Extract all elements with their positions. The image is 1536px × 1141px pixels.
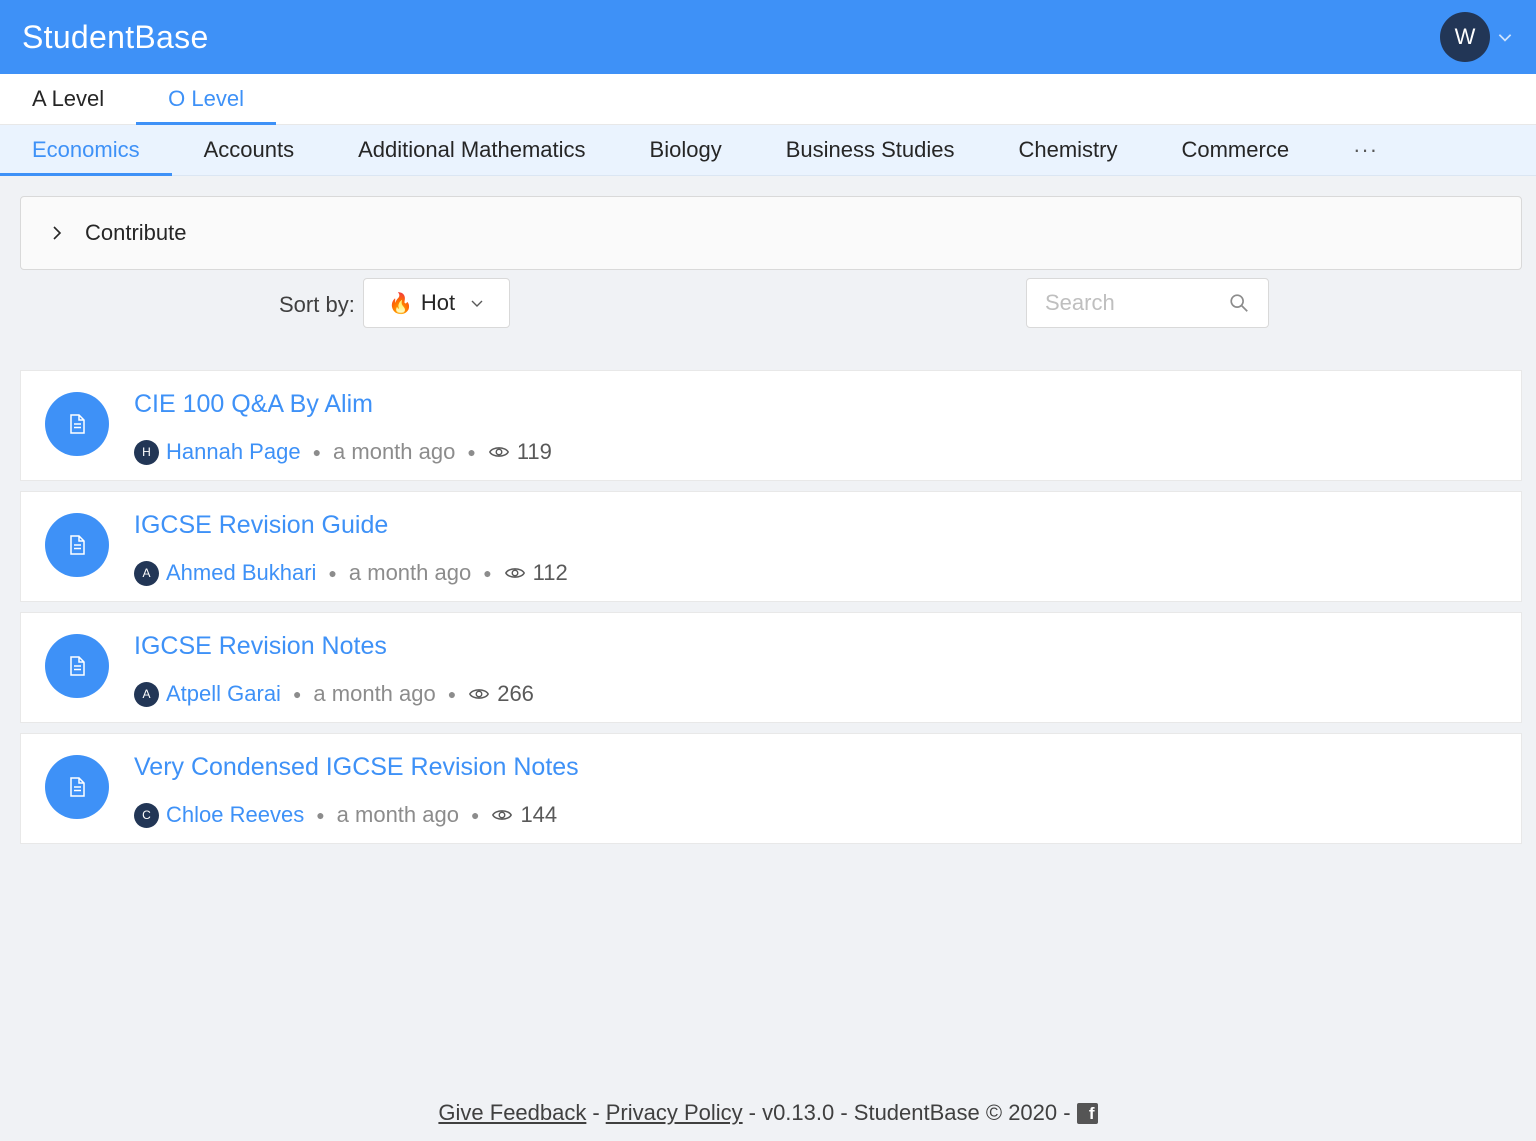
contribute-panel[interactable]: Contribute xyxy=(20,196,1522,270)
page-footer: Give Feedback - Privacy Policy - v0.13.0… xyxy=(0,1100,1536,1126)
list-item: Very Condensed IGCSE Revision Notes C Ch… xyxy=(20,733,1522,844)
separator-dot: ● xyxy=(312,444,322,460)
separator-dot: ● xyxy=(316,807,325,823)
document-icon xyxy=(45,755,109,819)
document-icon xyxy=(45,513,109,577)
tab-chemistry[interactable]: Chemistry xyxy=(986,125,1149,175)
tab-economics[interactable]: Economics xyxy=(0,125,172,176)
sort-value: Hot xyxy=(420,290,456,315)
post-time: a month ago xyxy=(336,802,459,827)
post-time: a month ago xyxy=(333,439,456,464)
post-title-link[interactable]: IGCSE Revision Guide xyxy=(134,511,388,540)
post-time: a month ago xyxy=(348,560,472,585)
tab-accounts[interactable]: Accounts xyxy=(172,125,327,175)
post-meta: A Ahmed Bukhari ● a month ago ● 112 xyxy=(134,560,568,586)
facebook-icon[interactable]: f xyxy=(1076,1102,1098,1124)
author-link[interactable]: Hannah Page xyxy=(166,439,301,465)
give-feedback-link[interactable]: Give Feedback xyxy=(438,1100,586,1126)
document-icon xyxy=(45,392,109,456)
avatar: A xyxy=(134,560,159,586)
tab-additional-mathematics[interactable]: Additional Mathematics xyxy=(326,125,617,175)
tab-business-studies[interactable]: Business Studies xyxy=(754,125,987,175)
privacy-policy-link[interactable]: Privacy Policy xyxy=(606,1100,743,1126)
subject-tabs: Economics Accounts Additional Mathematic… xyxy=(0,125,1536,176)
view-count: 144 xyxy=(520,802,558,827)
post-meta: H Hannah Page ● a month ago ● 119 xyxy=(134,439,552,465)
brand-logo[interactable]: StudentBase xyxy=(22,19,209,56)
eye-icon xyxy=(469,689,490,699)
contribute-label: Contribute xyxy=(85,220,187,245)
post-meta: C Chloe Reeves ● a month ago ● 144 xyxy=(134,802,557,828)
post-title-link[interactable]: Very Condensed IGCSE Revision Notes xyxy=(134,753,579,782)
search-input[interactable] xyxy=(1045,290,1225,316)
footer-version-text: - v0.13.0 - StudentBase © 2020 - xyxy=(748,1100,1071,1125)
chevron-right-icon xyxy=(53,226,62,240)
separator-dot: ● xyxy=(467,444,476,460)
sort-select[interactable]: 🔥 Hot xyxy=(363,278,510,328)
tab-a-level[interactable]: A Level xyxy=(0,74,136,124)
post-time: a month ago xyxy=(313,681,436,706)
avatar: H xyxy=(134,439,159,465)
author-link[interactable]: Atpell Garai xyxy=(166,681,281,707)
list-item: IGCSE Revision Notes A Atpell Garai ● a … xyxy=(20,612,1522,723)
separator-dot: ● xyxy=(292,686,302,702)
eye-icon xyxy=(492,810,513,820)
post-title-link[interactable]: CIE 100 Q&A By Alim xyxy=(134,390,373,419)
eye-icon xyxy=(504,568,525,578)
author-link[interactable]: Chloe Reeves xyxy=(166,802,304,828)
level-tabs: A Level O Level xyxy=(0,74,1536,125)
fire-icon: 🔥 xyxy=(388,292,413,315)
user-avatar[interactable]: W xyxy=(1440,12,1490,62)
chevron-down-icon[interactable] xyxy=(1496,28,1514,46)
tab-commerce[interactable]: Commerce xyxy=(1149,125,1321,175)
eye-icon xyxy=(488,447,509,457)
search-icon[interactable] xyxy=(1228,292,1250,314)
tab-o-level[interactable]: O Level xyxy=(136,74,276,125)
separator-dot: ● xyxy=(470,807,480,823)
account-menu[interactable]: W xyxy=(1440,12,1514,62)
top-navbar: StudentBase W xyxy=(0,0,1536,74)
tab-biology[interactable]: Biology xyxy=(618,125,754,175)
search-box xyxy=(1026,278,1269,328)
separator-dot: ● xyxy=(483,565,492,581)
post-title-link[interactable]: IGCSE Revision Notes xyxy=(134,632,387,661)
footer-separator: - xyxy=(592,1100,600,1125)
avatar: A xyxy=(134,681,159,707)
list-toolbar: Sort by: 🔥 Hot xyxy=(0,270,1536,370)
view-count: 112 xyxy=(532,560,568,585)
author-link[interactable]: Ahmed Bukhari xyxy=(166,560,316,586)
more-tabs-button[interactable]: ··· xyxy=(1321,125,1410,175)
post-meta: A Atpell Garai ● a month ago ● 266 xyxy=(134,681,534,707)
view-count: 119 xyxy=(516,439,552,464)
list-item: CIE 100 Q&A By Alim H Hannah Page ● a mo… xyxy=(20,370,1522,481)
avatar: C xyxy=(134,802,159,828)
list-item: IGCSE Revision Guide A Ahmed Bukhari ● a… xyxy=(20,491,1522,602)
separator-dot: ● xyxy=(328,565,337,581)
document-icon xyxy=(45,634,109,698)
sort-label: Sort by: xyxy=(279,292,355,317)
separator-dot: ● xyxy=(447,686,457,702)
post-list: CIE 100 Q&A By Alim H Hannah Page ● a mo… xyxy=(20,370,1522,844)
view-count: 266 xyxy=(497,681,534,706)
chevron-down-icon xyxy=(471,300,483,307)
